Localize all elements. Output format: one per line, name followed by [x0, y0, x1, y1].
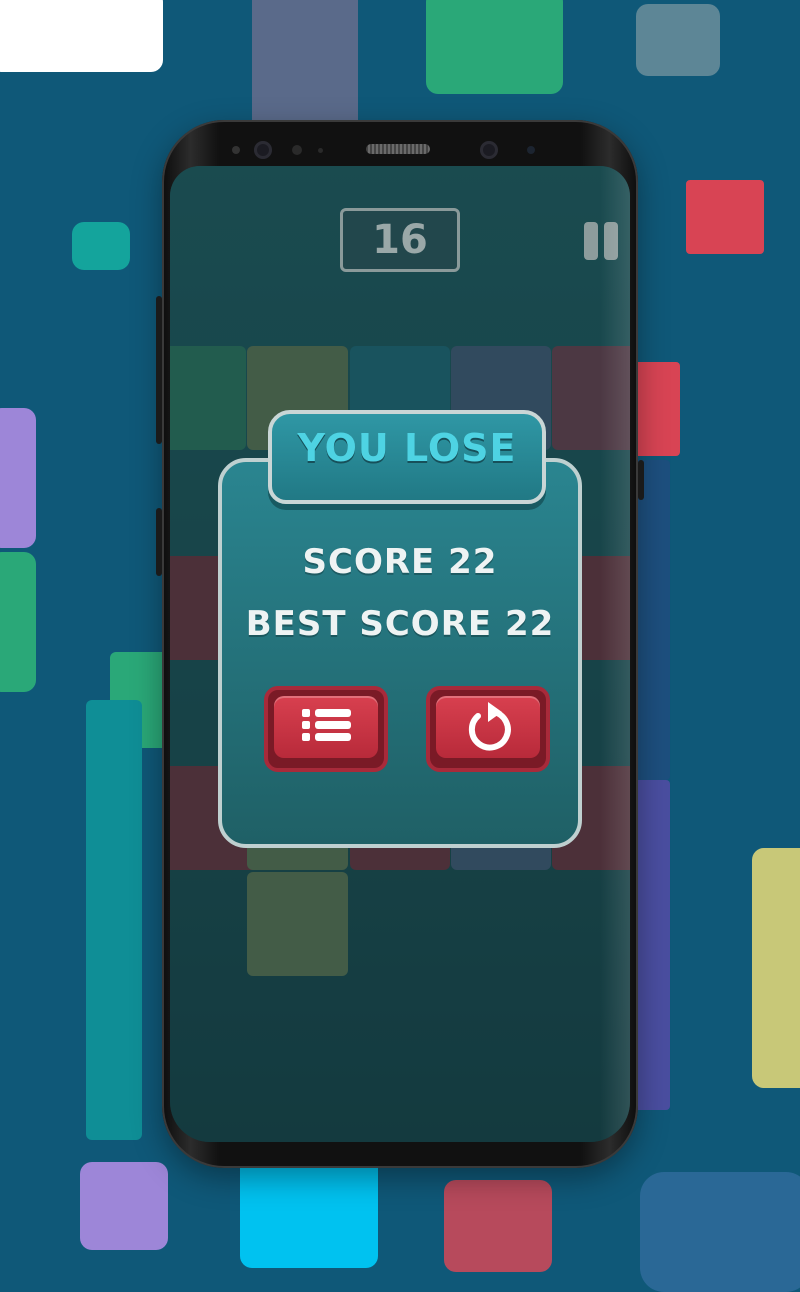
screen-glare: [600, 166, 630, 1142]
bg-tile-white: [0, 0, 163, 72]
bg-tile-purple: [0, 408, 36, 548]
phone-side-button-left-bottom: [156, 508, 162, 576]
bg-tile-steel: [640, 1172, 800, 1292]
bg-tile-gray: [636, 4, 720, 76]
score-label: SCORE: [302, 542, 436, 582]
bg-tile-olive: [752, 848, 800, 1088]
bg-tile-teal-column: [86, 700, 142, 1140]
phone-side-button-right: [638, 460, 644, 500]
menu-button[interactable]: [264, 686, 388, 772]
game-over-dialog: [218, 458, 582, 848]
current-score: 16: [340, 208, 460, 272]
restart-icon: [468, 702, 511, 751]
speaker-grille: [366, 144, 430, 154]
best-score: BEST SCORE 22: [218, 604, 582, 644]
dialog-title: YOU LOSE: [297, 426, 517, 470]
list-menu-icon: [302, 709, 351, 741]
sensor-dot: [292, 145, 302, 155]
score-value: 22: [448, 542, 498, 582]
bg-tile-slate: [252, 0, 358, 130]
bg-tile-green-left: [0, 552, 36, 692]
bg-tile-rose: [444, 1180, 552, 1272]
pause-icon: [584, 222, 598, 260]
bg-tile-lavender: [80, 1162, 168, 1250]
sensor-dot: [527, 146, 535, 154]
phone-side-button-left-top: [156, 296, 162, 444]
iris-camera-icon: [480, 141, 498, 159]
best-score-label: BEST SCORE: [245, 604, 493, 644]
best-score-value: 22: [504, 604, 555, 644]
sensor-dot: [232, 146, 240, 154]
bg-tile-teal: [72, 222, 130, 270]
bg-tile-green: [426, 0, 563, 94]
restart-button[interactable]: [426, 686, 550, 772]
sensor-dot: [318, 148, 323, 153]
bg-tile-red: [686, 180, 764, 254]
final-score: SCORE 22: [218, 542, 582, 582]
front-camera-icon: [254, 141, 272, 159]
